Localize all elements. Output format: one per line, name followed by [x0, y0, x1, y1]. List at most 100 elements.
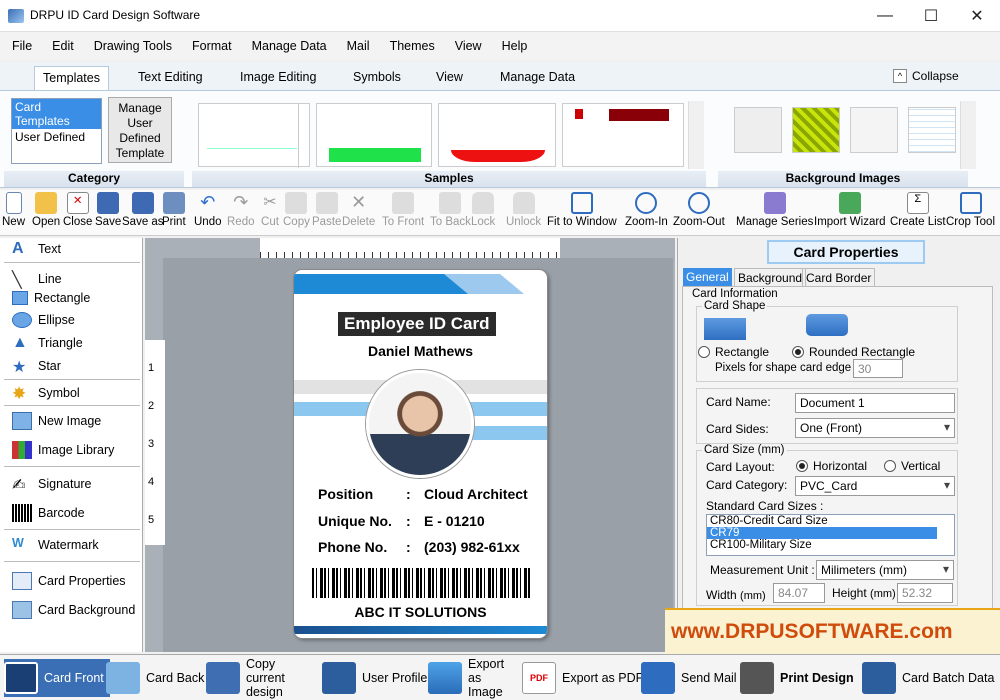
id-card[interactable]: Employee ID Card Daniel Mathews Position… — [294, 270, 547, 638]
tool-symbol[interactable]: ✸ Symbol — [12, 384, 80, 403]
copy-current-design-button[interactable]: Copy current design — [206, 657, 316, 699]
tool-star[interactable]: ★ Star — [12, 357, 61, 376]
radio-rectangle[interactable]: Rectangle — [698, 345, 769, 359]
category-card-templates[interactable]: Card Templates — [12, 99, 101, 129]
close-window-button[interactable]: ✕ — [954, 0, 1000, 32]
tab-image-editing[interactable]: Image Editing — [232, 66, 324, 90]
background-thumbnail-2[interactable] — [792, 107, 840, 153]
new-button[interactable]: New — [2, 192, 25, 228]
tool-new-image[interactable]: New Image — [12, 412, 101, 430]
tool-text[interactable]: A Text — [12, 240, 61, 258]
unlock-button[interactable]: Unlock — [506, 192, 541, 228]
tab-card-border[interactable]: Card Border — [802, 268, 876, 288]
sample-thumbnail-3[interactable] — [438, 103, 556, 167]
tab-manage-data[interactable]: Manage Data — [492, 66, 583, 90]
tool-card-background[interactable]: Card Background — [12, 601, 135, 619]
manage-user-defined-template-button[interactable]: Manage User Defined Template — [108, 97, 172, 163]
size-option[interactable]: CR80-Credit Card Size — [707, 515, 954, 527]
zoom-out-button[interactable]: Zoom-Out — [673, 192, 725, 228]
minimize-button[interactable]: — — [862, 0, 908, 32]
sample-thumbnail-1[interactable] — [198, 103, 310, 168]
card-front-button[interactable]: Card Front — [4, 659, 110, 697]
tab-text-editing[interactable]: Text Editing — [130, 66, 211, 90]
card-employee-name[interactable]: Daniel Mathews — [294, 343, 547, 359]
phone-label[interactable]: Phone No. — [318, 539, 387, 555]
unique-no-value[interactable]: E - 01210 — [424, 513, 485, 529]
tool-line[interactable]: ╲ Line — [12, 270, 62, 289]
menu-edit[interactable]: Edit — [48, 37, 78, 55]
collapse-button[interactable]: ^ Collapse — [893, 69, 959, 83]
measurement-unit-select[interactable]: Milimeters (mm) — [816, 560, 954, 580]
create-list-button[interactable]: Σ Create List — [890, 192, 946, 228]
save-as-button[interactable]: Save as — [122, 192, 164, 228]
paste-button[interactable]: Paste — [312, 192, 341, 228]
position-value[interactable]: Cloud Architect — [424, 486, 528, 502]
card-name-input[interactable]: Document 1 — [795, 393, 955, 413]
import-wizard-button[interactable]: Import Wizard — [814, 192, 886, 228]
tab-general[interactable]: General — [683, 268, 732, 286]
tool-barcode[interactable]: Barcode — [12, 504, 85, 522]
to-front-button[interactable]: To Front — [382, 192, 424, 228]
tool-ellipse[interactable]: Ellipse — [12, 312, 75, 328]
menu-drawing-tools[interactable]: Drawing Tools — [90, 37, 176, 55]
menu-format[interactable]: Format — [188, 37, 236, 55]
phone-value[interactable]: (203) 982-61xx — [424, 539, 520, 555]
radio-vertical[interactable]: Vertical — [884, 459, 940, 473]
to-back-button[interactable]: To Back — [430, 192, 471, 228]
tool-triangle[interactable]: ▲ Triangle — [12, 334, 83, 352]
card-batch-data-button[interactable]: Card Batch Data — [862, 659, 994, 697]
redo-button[interactable]: ↷ Redo — [227, 192, 255, 228]
menu-manage-data[interactable]: Manage Data — [248, 37, 331, 55]
standard-sizes-list[interactable]: CR80-Credit Card Size CR79 CR100-Militar… — [706, 514, 955, 556]
employee-photo[interactable] — [366, 370, 474, 478]
export-as-pdf-button[interactable]: PDF Export as PDF — [522, 659, 643, 697]
manage-series-button[interactable]: Manage Series — [736, 192, 813, 228]
background-thumbnail-1[interactable] — [734, 107, 782, 153]
position-label[interactable]: Position — [318, 486, 373, 502]
tab-symbols[interactable]: Symbols — [345, 66, 409, 90]
tool-watermark[interactable]: W Watermark — [12, 536, 99, 554]
print-design-button[interactable]: Print Design — [740, 659, 854, 697]
height-input[interactable]: 52.32 — [897, 583, 953, 603]
menu-view[interactable]: View — [451, 37, 486, 55]
open-button[interactable]: Open — [32, 192, 60, 228]
width-input[interactable]: 84.07 — [773, 583, 825, 603]
size-option[interactable]: CR100-Military Size — [707, 539, 954, 551]
rounded-shape-preview[interactable] — [806, 314, 848, 336]
tab-view[interactable]: View — [428, 66, 471, 90]
tool-image-library[interactable]: Image Library — [12, 441, 114, 459]
menu-themes[interactable]: Themes — [386, 37, 439, 55]
background-thumbnail-3[interactable] — [850, 107, 898, 153]
tool-card-properties[interactable]: Card Properties — [12, 572, 126, 590]
size-option-selected[interactable]: CR79 — [707, 527, 937, 539]
background-thumbnail-4[interactable] — [908, 107, 956, 153]
background-scrollbar[interactable] — [960, 101, 976, 169]
print-button[interactable]: Print — [162, 192, 186, 228]
radio-rounded-rectangle[interactable]: Rounded Rectangle — [792, 345, 915, 359]
card-back-button[interactable]: Card Back — [106, 659, 204, 697]
company-name[interactable]: ABC IT SOLUTIONS — [294, 604, 547, 620]
radio-horizontal[interactable]: Horizontal — [796, 459, 867, 473]
tab-background[interactable]: Background — [734, 268, 807, 288]
rectangle-shape-preview[interactable] — [704, 318, 746, 340]
pixels-input[interactable]: 30 — [853, 359, 903, 378]
tool-signature[interactable]: ✍ Signature — [12, 475, 92, 494]
card-category-select[interactable]: PVC_Card — [795, 476, 955, 496]
menu-file[interactable]: File — [8, 37, 36, 55]
card-sides-select[interactable]: One (Front) — [795, 418, 955, 438]
export-as-image-button[interactable]: Export as Image — [428, 657, 518, 699]
sample-thumbnail-2[interactable] — [316, 103, 432, 167]
delete-button[interactable]: ✕ Delete — [342, 192, 375, 228]
card-title[interactable]: Employee ID Card — [338, 312, 496, 336]
save-button[interactable]: Save — [95, 192, 121, 228]
maximize-button[interactable]: ☐ — [908, 0, 954, 32]
category-list[interactable]: Card Templates User Defined — [11, 98, 102, 164]
unique-no-label[interactable]: Unique No. — [318, 513, 392, 529]
cut-button[interactable]: ✂ Cut — [259, 192, 281, 228]
samples-scrollbar[interactable] — [688, 101, 704, 169]
menu-mail[interactable]: Mail — [343, 37, 374, 55]
menu-help[interactable]: Help — [498, 37, 532, 55]
tab-templates[interactable]: Templates — [34, 66, 109, 90]
fit-to-window-button[interactable]: Fit to Window — [547, 192, 617, 228]
category-user-defined[interactable]: User Defined — [12, 129, 101, 145]
